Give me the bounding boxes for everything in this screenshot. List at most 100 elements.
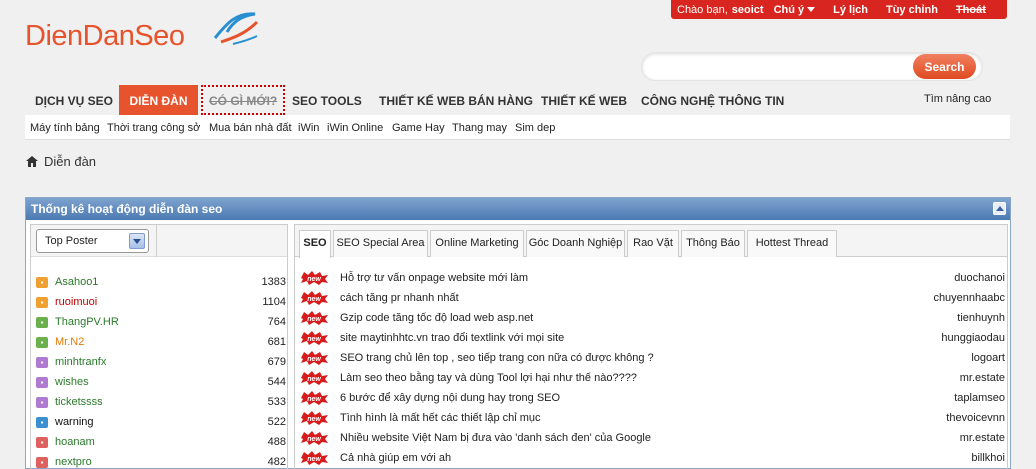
tab-classifieds[interactable]: Rao Vặt xyxy=(627,230,679,257)
panel-title: Thống kê hoạt động diễn đàn seo xyxy=(31,202,223,216)
thread-title-link[interactable]: cách tăng pr nhanh nhất xyxy=(340,292,459,304)
poster-row: ▪ nextpro 482 xyxy=(36,453,286,469)
rank-badge-icon: ▪ xyxy=(36,297,48,308)
thread-column: SEO SEO Special Area Online Marketing Gó… xyxy=(294,224,1008,469)
new-badge-icon: new xyxy=(301,291,328,305)
nav-tab-seo-tools[interactable]: SEO TOOLS xyxy=(292,85,362,115)
tab-seo-special-area[interactable]: SEO Special Area xyxy=(333,230,428,257)
subnav-item[interactable]: Game Hay xyxy=(392,122,445,134)
poster-post-count: 681 xyxy=(267,336,286,348)
new-badge-text: new xyxy=(307,376,321,383)
poster-name-link[interactable]: Mr.N2 xyxy=(55,336,84,348)
sub-nav: Máy tính bảng Thời trang công sở Mua bán… xyxy=(25,115,1010,140)
thread-author-link[interactable]: chuyennhaabc xyxy=(933,292,1005,304)
main-nav: DỊCH VỤ SEO DIỄN ĐÀN CÓ GÌ MỚI? SEO TOOL… xyxy=(25,85,1010,115)
thread-author-link[interactable]: tienhuynh xyxy=(957,312,1005,324)
thread-title-link[interactable]: Cả nhà giúp em với ah xyxy=(340,452,451,464)
dropdown-arrow-icon[interactable] xyxy=(129,233,145,249)
breadcrumb-forum[interactable]: Diễn đàn xyxy=(44,154,96,169)
new-badge-text: new xyxy=(307,316,321,323)
panel-header: Thống kê hoạt động diễn đàn seo xyxy=(26,198,1010,220)
nav-tab-forum[interactable]: DIỄN ĐÀN xyxy=(119,85,198,115)
thread-title-link[interactable]: Hỗ trợ tư vấn onpage website mới làm xyxy=(340,272,528,284)
poster-row: ▪ minhtranfx 679 xyxy=(36,353,286,373)
subnav-item[interactable]: Thời trang công sở xyxy=(107,122,200,134)
thread-title-link[interactable]: SEO trang chủ lên top , seo tiếp trang c… xyxy=(340,352,654,364)
poster-row: ▪ wishes 544 xyxy=(36,373,286,393)
thread-row: new SEO trang chủ lên top , seo tiếp tran… xyxy=(299,349,1005,369)
nav-tab-it[interactable]: CÔNG NGHỆ THÔNG TIN xyxy=(641,85,784,115)
rank-badge-icon: ▪ xyxy=(36,397,48,408)
new-badge-text: new xyxy=(307,396,321,403)
nav-tab-seo-services[interactable]: DỊCH VỤ SEO xyxy=(35,85,113,115)
subnav-item[interactable]: iWin xyxy=(298,122,319,134)
tab-seo[interactable]: SEO xyxy=(299,230,331,258)
new-badge-icon: new xyxy=(301,391,328,405)
poster-row: ▪ Mr.N2 681 xyxy=(36,333,286,353)
new-badge-text: new xyxy=(307,436,321,443)
subnav-item[interactable]: Sim dep xyxy=(515,122,555,134)
thread-title-link[interactable]: 6 bước để xây dựng nội dung hay trong SE… xyxy=(340,392,560,404)
tab-business-corner[interactable]: Góc Doanh Nghiệp xyxy=(526,230,625,257)
logo-swoosh-icon xyxy=(213,12,259,45)
thread-title-link[interactable]: Gzip code tăng tốc độ load web asp.net xyxy=(340,312,533,324)
thread-author-link[interactable]: billkhoi xyxy=(971,452,1005,464)
search-button[interactable]: Search xyxy=(913,54,976,79)
poster-name-link[interactable]: Asahoo1 xyxy=(55,276,98,288)
username-link[interactable]: seoict xyxy=(732,4,764,16)
tab-announcements[interactable]: Thông Báo xyxy=(681,230,745,257)
search-input[interactable] xyxy=(652,59,907,75)
poster-row: ▪ ticketssss 533 xyxy=(36,393,286,413)
nav-tab-web-shop-design[interactable]: THIẾT KẾ WEB BÁN HÀNG xyxy=(379,85,533,115)
thread-title-link[interactable]: site maytinhhtc.vn trao đổi textlink với… xyxy=(340,332,564,344)
poster-name-link[interactable]: warning xyxy=(55,416,94,428)
poster-name-link[interactable]: ticketssss xyxy=(55,396,103,408)
notice-menu[interactable]: Chú ý xyxy=(774,4,816,16)
subnav-item[interactable]: Máy tính bảng xyxy=(30,122,100,134)
thread-author-link[interactable]: thevoicevnn xyxy=(946,412,1005,424)
thread-author-link[interactable]: hunggiaodau xyxy=(941,332,1005,344)
thread-title-link[interactable]: Nhiều website Việt Nam bị đưa vào 'danh … xyxy=(340,432,651,444)
subnav-item[interactable]: Thang may xyxy=(452,122,507,134)
home-icon[interactable] xyxy=(26,156,38,167)
poster-name-link[interactable]: hoanam xyxy=(55,436,95,448)
poster-type-select[interactable]: Top Poster xyxy=(36,229,149,253)
nav-tab-whats-new[interactable]: CÓ GÌ MỚI? xyxy=(201,85,286,115)
tab-hottest-thread[interactable]: Hottest Thread xyxy=(747,230,837,257)
history-link[interactable]: Lý lịch xyxy=(833,4,868,16)
poster-post-count: 764 xyxy=(267,316,286,328)
poster-name-link[interactable]: ThangPV.HR xyxy=(55,316,119,328)
poster-name-link[interactable]: minhtranfx xyxy=(55,356,106,368)
poster-name-link[interactable]: nextpro xyxy=(55,456,92,468)
new-badge-icon: new xyxy=(301,371,328,385)
forum-stats-panel: Thống kê hoạt động diễn đàn seo Top Post… xyxy=(25,197,1011,469)
rank-badge-icon: ▪ xyxy=(36,357,48,368)
advanced-search-link[interactable]: Tìm nâng cao xyxy=(924,93,991,105)
thread-title-link[interactable]: Làm seo theo bằng tay và dùng Tool lợi h… xyxy=(340,372,637,384)
logout-link[interactable]: Thoát xyxy=(956,4,986,16)
tab-online-marketing[interactable]: Online Marketing xyxy=(430,230,524,257)
new-badge-text: new xyxy=(307,356,321,363)
thread-author-link[interactable]: mr.estate xyxy=(960,432,1005,444)
rank-badge-icon: ▪ xyxy=(36,417,48,428)
poster-post-count: 1383 xyxy=(261,276,286,288)
thread-author-link[interactable]: duochanoi xyxy=(954,272,1005,284)
thread-row: new Cả nhà giúp em với ah billkhoi xyxy=(299,449,1005,469)
thread-author-link[interactable]: mr.estate xyxy=(960,372,1005,384)
rank-badge-icon: ▪ xyxy=(36,457,48,468)
thread-author-link[interactable]: logoart xyxy=(971,352,1005,364)
poster-name-link[interactable]: wishes xyxy=(55,376,89,388)
rank-badge-icon: ▪ xyxy=(36,437,48,448)
site-logo[interactable]: DienDanSeo xyxy=(25,12,259,53)
thread-title-link[interactable]: Tình hình là mất hết các thiết lập chỉ m… xyxy=(340,412,541,424)
nav-tab-web-design[interactable]: THIẾT KẾ WEB xyxy=(541,85,627,115)
subnav-item[interactable]: iWin Online xyxy=(327,122,383,134)
collapse-icon[interactable] xyxy=(993,202,1006,215)
subnav-item[interactable]: Mua bán nhà đất xyxy=(209,122,292,134)
rank-badge-icon: ▪ xyxy=(36,377,48,388)
poster-name-link[interactable]: ruoimuoi xyxy=(55,296,97,308)
thread-author-link[interactable]: taplamseo xyxy=(954,392,1005,404)
settings-link[interactable]: Tùy chỉnh xyxy=(886,4,938,16)
new-badge-icon: new xyxy=(301,431,328,445)
poster-post-count: 533 xyxy=(267,396,286,408)
